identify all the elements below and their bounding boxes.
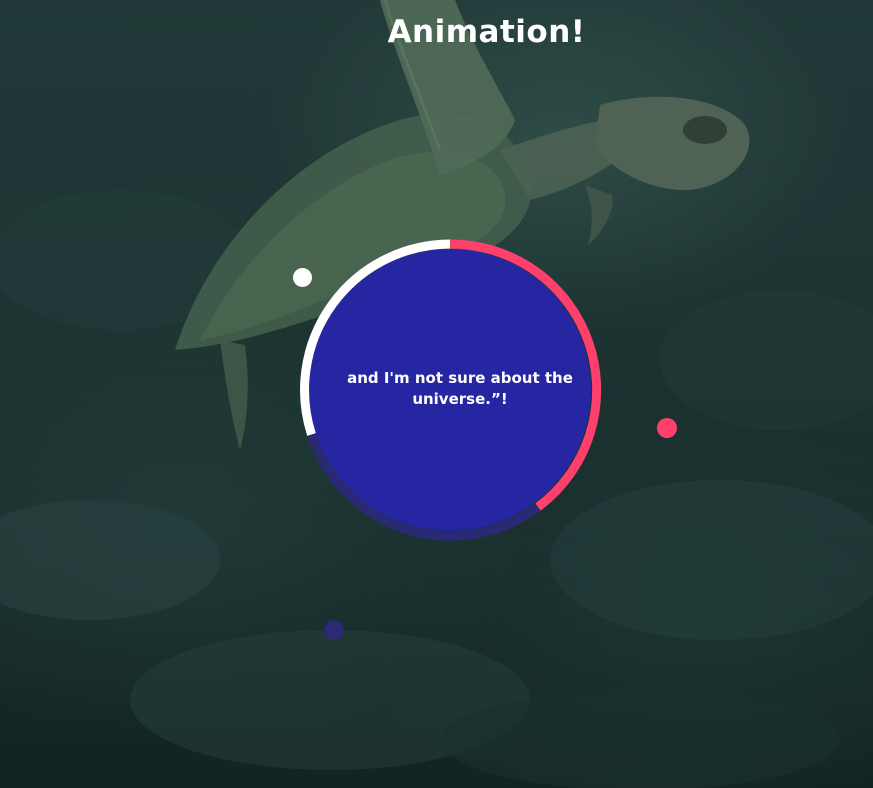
quote-text: and I'm not sure about the universe.”!: [347, 369, 573, 408]
navy-dot: [324, 620, 344, 640]
pink-dot: [657, 418, 677, 438]
white-dot: [293, 268, 312, 287]
